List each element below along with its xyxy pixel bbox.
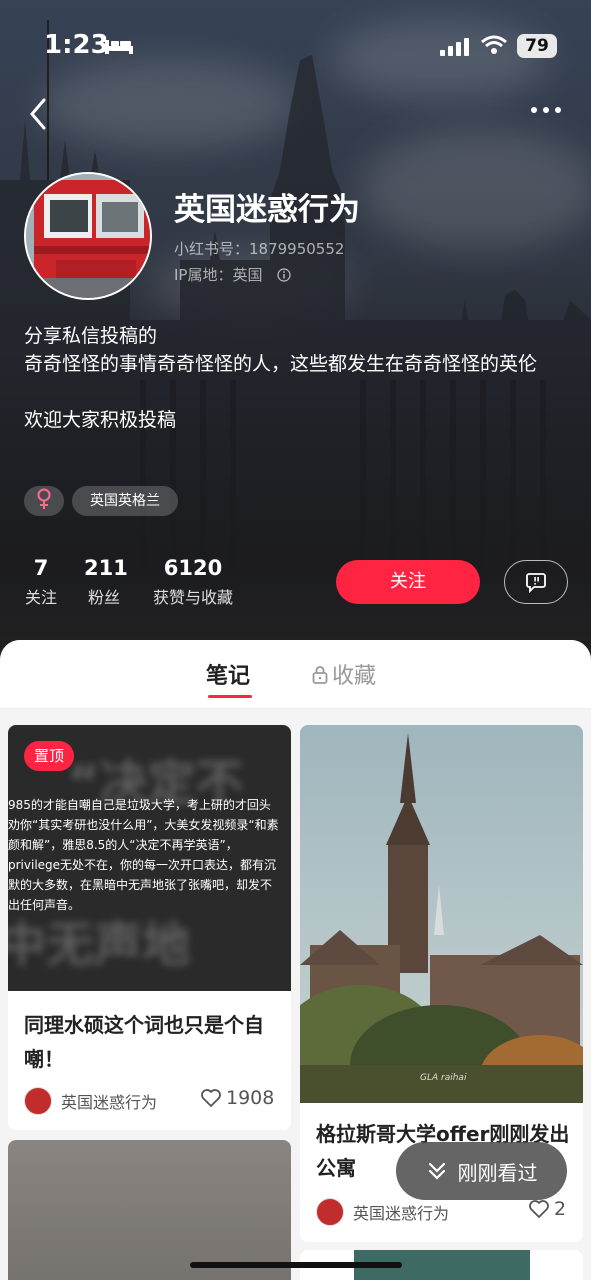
note-author[interactable]: 英国迷惑行为 bbox=[24, 1087, 157, 1115]
back-arrow-icon[interactable] bbox=[26, 96, 50, 132]
author-name: 英国迷惑行为 bbox=[353, 1204, 450, 1223]
stat-label: 关注 bbox=[24, 588, 57, 607]
like-counter[interactable]: 1908 bbox=[200, 1087, 274, 1109]
avatar[interactable] bbox=[24, 172, 152, 300]
cover-text-line: privilege无处不在，你的每一次开口表达，都有沉 bbox=[8, 858, 277, 872]
cover-text-line: 颜和解”，雅思8.5的人“决定不再学英语”， bbox=[8, 838, 238, 852]
location-tag: 英国英格兰 bbox=[72, 486, 178, 516]
clock: 1:23 bbox=[44, 30, 109, 60]
note-cover-image bbox=[300, 725, 583, 1103]
bio-line: 奇奇怪怪的事情奇奇怪怪的人，这些都发生在奇奇怪怪的英伦 bbox=[24, 353, 538, 375]
heart-icon bbox=[201, 1089, 221, 1107]
profile-bio: 分享私信投稿的 奇奇怪怪的事情奇奇怪怪的人，这些都发生在奇奇怪怪的英伦 欢迎大家… bbox=[24, 322, 574, 434]
note-cover-image bbox=[8, 1140, 291, 1280]
stat-followers[interactable]: 211 粉丝 bbox=[84, 556, 128, 608]
cover-text-line: 劝你“其实考研也没什么用”，大美女发视频录“和素 bbox=[8, 818, 279, 832]
bio-line: 分享私信投稿的 bbox=[24, 325, 158, 347]
tab-notes[interactable]: 笔记 bbox=[206, 658, 250, 690]
wifi-icon bbox=[481, 35, 507, 54]
tab-bar: 笔记 收藏 bbox=[0, 640, 591, 709]
note-card[interactable] bbox=[8, 1140, 291, 1280]
account-id: 小红书号：1879950552 bbox=[174, 240, 345, 258]
like-count: 2 bbox=[554, 1198, 567, 1220]
stat-value: 211 bbox=[84, 556, 128, 580]
stat-likes-collections[interactable]: 6120 获赞与收藏 bbox=[146, 556, 240, 608]
profile-header: 1:23 79 英国迷惑行为 小红书号：1879950552 IP属地：英国 分… bbox=[0, 0, 591, 660]
like-counter[interactable]: 2 bbox=[528, 1198, 566, 1220]
cover-text-line: 985的才能自嘲自己是垃圾大学，考上研的才回头 bbox=[8, 798, 271, 812]
sleep-bed-icon bbox=[105, 40, 133, 54]
status-bar: 1:23 79 bbox=[0, 28, 591, 68]
battery-indicator: 79 bbox=[517, 34, 557, 58]
cover-signature: GLA raihai bbox=[420, 1073, 467, 1083]
home-indicator[interactable] bbox=[190, 1262, 402, 1268]
cover-text-line: 默的大多数，在黑暗中无声地张了张嘴吧，却发不 bbox=[8, 878, 273, 892]
ip-location-text: IP属地：英国 bbox=[174, 266, 263, 284]
message-button[interactable] bbox=[504, 560, 568, 604]
note-title: 同理水硕这个词也只是个自嘲！ bbox=[24, 1013, 264, 1071]
cellular-signal-icon bbox=[440, 38, 469, 56]
double-chevron-down-icon bbox=[428, 1162, 445, 1180]
author-avatar bbox=[316, 1198, 344, 1226]
bio-line bbox=[24, 378, 574, 406]
more-options-icon[interactable] bbox=[530, 106, 562, 114]
note-card[interactable]: “决定不 中无声地 985的才能自嘲自己是垃圾大学，考上研的才回头 劝你“其实考… bbox=[8, 725, 291, 1130]
lock-icon bbox=[312, 666, 328, 684]
stat-following[interactable]: 7 关注 bbox=[20, 556, 62, 608]
profile-name: 英国迷惑行为 bbox=[174, 192, 360, 228]
info-icon[interactable] bbox=[277, 268, 291, 282]
gender-badge bbox=[24, 486, 64, 516]
female-icon bbox=[37, 488, 51, 509]
note-author[interactable]: 英国迷惑行为 bbox=[316, 1198, 449, 1226]
author-avatar bbox=[24, 1087, 52, 1115]
follow-button[interactable]: 关注 bbox=[336, 560, 480, 604]
like-count: 1908 bbox=[226, 1087, 275, 1109]
stat-label: 粉丝 bbox=[87, 588, 120, 607]
heart-icon bbox=[529, 1200, 549, 1218]
stat-value: 6120 bbox=[163, 556, 223, 580]
pinned-badge: 置顶 bbox=[24, 741, 75, 771]
cover-text: 985的才能自嘲自己是垃圾大学，考上研的才回头 劝你“其实考研也没什么用”，大美… bbox=[8, 795, 291, 915]
tab-favorites-label: 收藏 bbox=[332, 664, 377, 689]
recently-viewed-button[interactable]: 刚刚看过 bbox=[396, 1142, 567, 1200]
cover-text-line: 出任何声音。 bbox=[8, 898, 81, 912]
stat-value: 7 bbox=[33, 556, 49, 580]
recently-viewed-label: 刚刚看过 bbox=[457, 1160, 538, 1185]
stat-label: 获赞与收藏 bbox=[152, 588, 233, 607]
author-name: 英国迷惑行为 bbox=[61, 1093, 158, 1112]
bio-line: 欢迎大家积极投稿 bbox=[24, 409, 177, 431]
tab-favorites[interactable]: 收藏 bbox=[312, 658, 376, 690]
ip-location: IP属地：英国 bbox=[174, 264, 291, 285]
active-tab-indicator bbox=[208, 695, 252, 698]
chat-bubble-icon bbox=[526, 573, 546, 593]
